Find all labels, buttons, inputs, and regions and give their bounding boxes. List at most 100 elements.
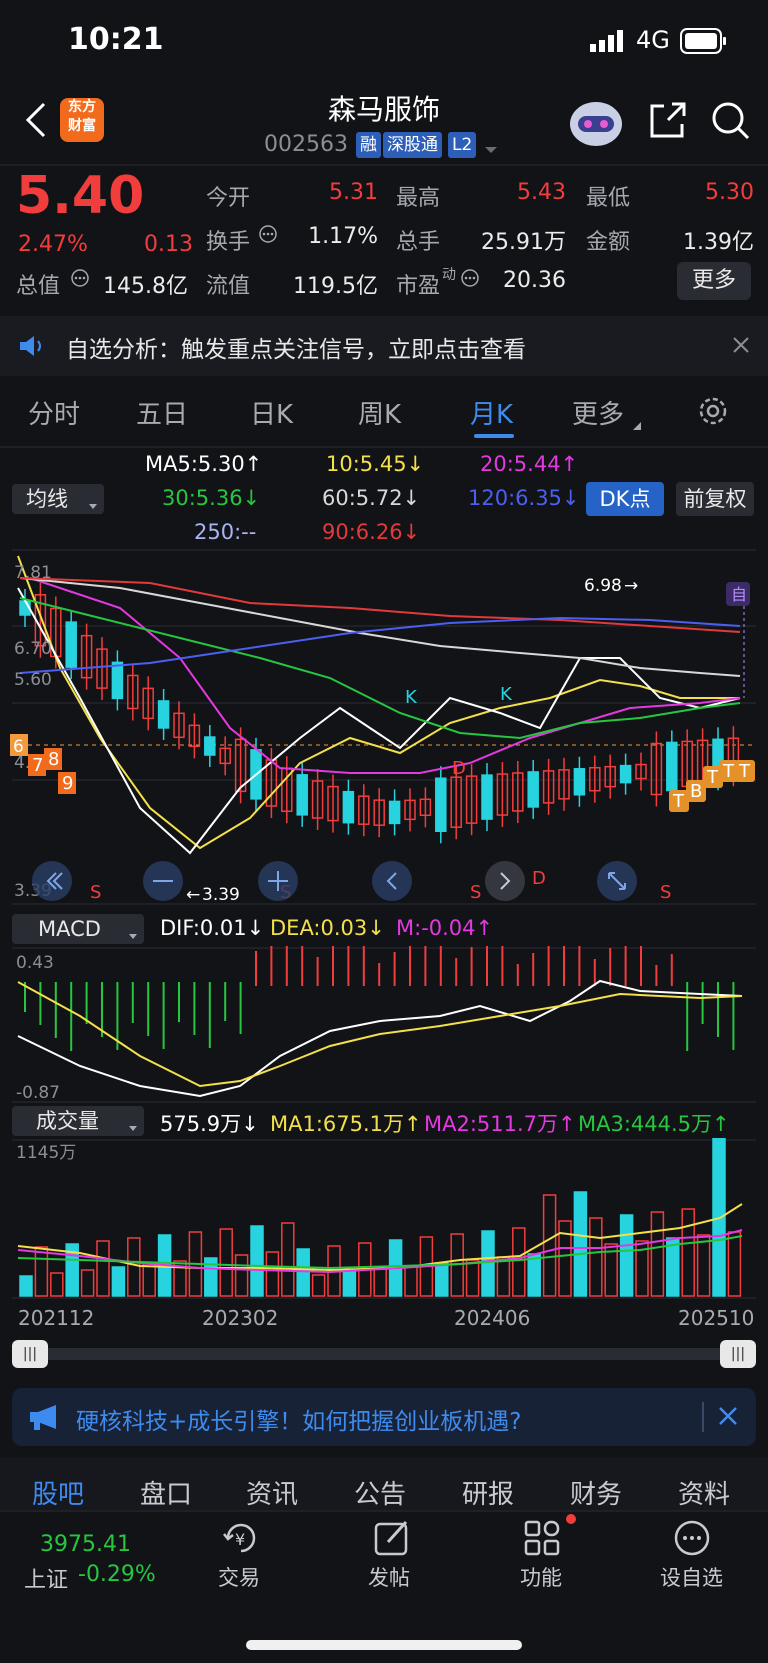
share-icon[interactable]	[646, 100, 688, 146]
volume-value: 25.91万	[481, 230, 566, 255]
high-value: 5.43	[517, 180, 566, 205]
candle-body	[65, 621, 77, 668]
chart-nav-buttons	[32, 861, 637, 901]
more-button[interactable]: 更多	[677, 262, 751, 300]
tab-profile[interactable]: 资料	[678, 1474, 730, 1511]
tab-news[interactable]: 资讯	[246, 1474, 298, 1511]
x-label: 202302	[202, 1306, 279, 1330]
vol-ma1-line	[17, 1203, 743, 1272]
volume-selector[interactable]: 成交量	[12, 1106, 144, 1136]
tab-five-day[interactable]: 五日	[136, 394, 188, 431]
range-handle-left[interactable]: |||	[12, 1340, 48, 1368]
turnover-label: 换手	[206, 230, 251, 255]
ma120-value: 120:6.35↓	[468, 486, 580, 510]
battery-icon	[680, 28, 728, 58]
volume-bar	[111, 1266, 126, 1297]
close-icon[interactable]	[718, 1406, 738, 1430]
tab-announcement[interactable]: 公告	[354, 1474, 406, 1511]
macd-chart[interactable]: 0.43 -0.87	[0, 946, 768, 1106]
volume-bar	[481, 1230, 495, 1297]
y-tick: 7.81	[14, 563, 52, 583]
volume-bar	[250, 1225, 264, 1297]
volume-ma3: MA3:444.5万↑	[578, 1112, 730, 1136]
volume-bar	[696, 1234, 711, 1297]
index-value[interactable]: 3975.41	[40, 1532, 131, 1557]
stock-code: 002563	[264, 132, 348, 157]
nav-post[interactable]: 发帖	[368, 1562, 410, 1592]
signal-label: K	[405, 687, 418, 708]
macd-dea: DEA:0.03↓	[270, 916, 385, 940]
grid-icon[interactable]	[522, 1518, 562, 1562]
volume-ma1: MA1:675.1万↑	[270, 1112, 422, 1136]
volume-bar	[50, 1272, 64, 1297]
volume-value: 575.9万↓	[160, 1112, 259, 1136]
edit-icon[interactable]	[372, 1518, 412, 1562]
volume-bar	[573, 1191, 588, 1297]
search-icon[interactable]	[710, 100, 752, 146]
info-icon[interactable]	[460, 268, 480, 292]
nav-trade[interactable]: 交易	[218, 1562, 260, 1592]
signal-label: 9	[62, 773, 73, 794]
candle-body	[481, 774, 493, 820]
chevron-down-icon	[128, 1118, 138, 1137]
volume-ma2: MA2:511.7万↑	[424, 1112, 576, 1136]
tab-daily-k[interactable]: 日K	[250, 394, 293, 431]
tab-finance[interactable]: 财务	[570, 1474, 622, 1511]
range-handle-right[interactable]: |||	[720, 1340, 756, 1368]
tab-weekly-k[interactable]: 周K	[358, 394, 401, 431]
volume-bar	[373, 1268, 387, 1297]
close-icon[interactable]	[732, 336, 750, 358]
forward-adjust-button[interactable]: 前复权	[676, 482, 754, 516]
tab-orderbook[interactable]: 盘口	[140, 1474, 192, 1511]
nav-functions[interactable]: 功能	[520, 1562, 562, 1592]
volume-bar	[34, 1246, 49, 1297]
more-dots-icon[interactable]	[672, 1518, 712, 1562]
clock: 10:21	[68, 22, 164, 57]
low-label: 3.39	[202, 885, 240, 905]
home-indicator	[246, 1640, 522, 1650]
kline-chart[interactable]: 7.81 6.70 5.60 4.49 3.39 6.98 → 3.39 ← 6…	[0, 548, 768, 910]
dk-point-button[interactable]: DK点	[586, 482, 664, 516]
float-cap-label: 流值	[206, 274, 251, 299]
promo-banner[interactable]: 硬核科技+成长引擎！如何把握创业板机遇?	[12, 1388, 756, 1446]
arrow-left-label: ←	[186, 885, 200, 905]
tab-intraday[interactable]: 分时	[28, 394, 80, 431]
robot-assistant-icon[interactable]	[566, 94, 626, 152]
open-value: 5.31	[329, 180, 378, 205]
volume-bar	[727, 1231, 742, 1297]
info-icon[interactable]	[258, 224, 278, 248]
network-type: 4G	[636, 26, 670, 54]
candle-body	[204, 736, 216, 756]
pe-value: 20.36	[503, 268, 566, 293]
notification-dot	[566, 1514, 576, 1524]
connect-tag: 深股通	[383, 132, 442, 158]
chevron-down-icon	[88, 496, 98, 515]
macd-selector[interactable]: MACD	[12, 914, 144, 944]
arrow-right-label: →	[624, 576, 638, 596]
signal-icon	[590, 30, 626, 56]
gear-icon[interactable]	[696, 394, 730, 432]
x-label: 202112	[18, 1306, 95, 1330]
tab-more[interactable]: 更多	[572, 394, 624, 431]
range-track	[30, 1348, 734, 1360]
chevron-left-icon	[372, 861, 412, 901]
volume-bar	[234, 1254, 249, 1297]
volume-top: 1145万	[16, 1143, 76, 1163]
signal-label: T	[706, 767, 719, 788]
signal-label: T	[672, 791, 685, 812]
volume-chart[interactable]: 1145万	[0, 1138, 768, 1300]
caret-icon	[632, 416, 642, 435]
tab-monthly-k[interactable]: 月K	[470, 394, 513, 431]
nav-add-watchlist[interactable]: 设自选	[660, 1562, 723, 1592]
signal-label: 8	[48, 749, 59, 770]
rewind-icon	[32, 861, 72, 901]
notice-bar[interactable]: 自选分析：触发重点关注信号，立即点击查看	[0, 316, 768, 376]
tab-research[interactable]: 研报	[462, 1474, 514, 1511]
chevron-down-icon[interactable]	[484, 140, 498, 159]
self-marker: 自	[731, 585, 747, 604]
candle-body	[527, 771, 539, 808]
low-label: 最低	[586, 186, 631, 211]
tab-forum[interactable]: 股吧	[32, 1474, 84, 1511]
info-icon[interactable]	[70, 268, 90, 292]
trade-icon[interactable]: ¥	[220, 1518, 262, 1562]
